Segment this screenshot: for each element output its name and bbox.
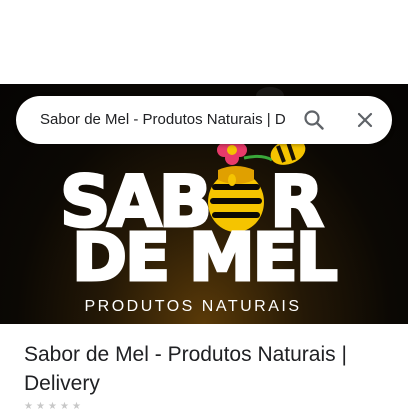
search-button[interactable] bbox=[302, 108, 326, 132]
close-icon bbox=[357, 112, 373, 128]
star-icon: ★ bbox=[48, 401, 57, 412]
star-icon: ★ bbox=[36, 401, 45, 412]
logo-text-line2: DE MEL bbox=[72, 219, 337, 296]
logo-tagline: PRODUTOS NATURAIS bbox=[84, 298, 301, 315]
star-icon: ★ bbox=[60, 401, 69, 412]
star-icon: ★ bbox=[72, 401, 81, 412]
top-blank-area bbox=[0, 0, 408, 84]
search-input[interactable]: Sabor de Mel - Produtos Naturais | D bbox=[40, 110, 288, 130]
place-title: Sabor de Mel - Produtos Naturais | Deliv… bbox=[24, 343, 347, 395]
search-icon bbox=[304, 110, 324, 130]
place-header: Sabor de Mel - Produtos Naturais | Deliv… bbox=[24, 340, 394, 398]
star-icon: ★ bbox=[24, 401, 33, 412]
clear-search-button[interactable] bbox=[353, 108, 377, 132]
search-bar[interactable]: Sabor de Mel - Produtos Naturais | D bbox=[16, 96, 392, 144]
rating-row: ★ ★ ★ ★ ★ bbox=[24, 402, 82, 414]
